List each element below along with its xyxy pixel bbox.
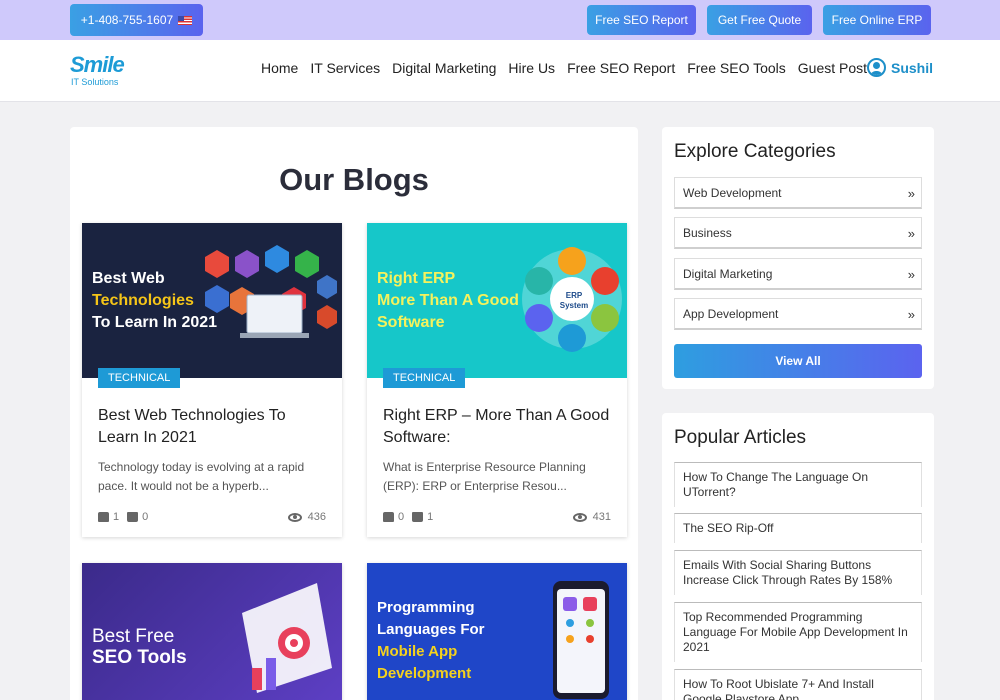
logo-subtitle: IT Solutions <box>71 77 119 87</box>
category-label: App Development <box>683 306 779 321</box>
get-free-quote-button[interactable]: Get Free Quote <box>707 5 812 35</box>
nav-free-seo-report[interactable]: Free SEO Report <box>567 60 675 76</box>
eye-icon <box>572 512 587 522</box>
free-seo-report-button[interactable]: Free SEO Report <box>587 5 696 35</box>
us-flag-icon <box>178 15 193 25</box>
category-item[interactable]: App Development » <box>674 298 922 330</box>
site-header: Smile IT Solutions Home IT Services Digi… <box>0 40 1000 102</box>
thumbs-up-icon[interactable] <box>98 512 109 522</box>
blog-card-image[interactable]: Right ERP More Than A Good Software ERP … <box>367 223 627 378</box>
popular-articles-heading: Popular Articles <box>674 427 807 448</box>
image-line: Best Free <box>92 626 175 647</box>
eye-icon <box>287 512 302 522</box>
dislike-count: 1 <box>427 511 434 523</box>
double-chevron-right-icon: » <box>907 267 915 282</box>
category-label: Business <box>683 225 732 240</box>
blog-card-title[interactable]: Best Web Technologies To Learn In 2021 <box>98 405 328 449</box>
blogs-panel: Our Blogs Best Web Technologies To Learn… <box>70 127 638 700</box>
logo-wordmark: Smile <box>70 52 125 77</box>
tech-hexagons-illustration <box>205 245 337 338</box>
blog-card[interactable]: Best Web Technologies To Learn In 2021 T… <box>82 223 342 537</box>
article-link[interactable]: Emails With Social Sharing Buttons Incre… <box>674 550 922 595</box>
popular-articles-panel: Popular Articles How To Change The Langu… <box>662 413 934 700</box>
user-avatar-icon <box>867 58 886 77</box>
image-line: Languages For <box>377 621 485 638</box>
category-item[interactable]: Digital Marketing » <box>674 258 922 290</box>
like-count: 0 <box>398 511 405 523</box>
image-line: Development <box>377 665 472 682</box>
blog-card[interactable]: Programming Languages For Mobile App Dev… <box>367 563 627 700</box>
view-all-button[interactable]: View All <box>674 344 922 378</box>
image-line: Software <box>377 314 445 331</box>
image-line: Best Web <box>92 270 165 287</box>
blog-card-excerpt: What is Enterprise Resource Planning (ER… <box>383 460 586 493</box>
nav-free-seo-tools[interactable]: Free SEO Tools <box>687 60 786 76</box>
nav-home[interactable]: Home <box>261 60 298 76</box>
nav-digital-marketing[interactable]: Digital Marketing <box>392 60 496 76</box>
image-line: SEO Tools <box>92 647 187 668</box>
blog-card[interactable]: Right ERP More Than A Good Software ERP … <box>367 223 627 537</box>
blog-card-image[interactable]: Programming Languages For Mobile App Dev… <box>367 563 627 700</box>
image-line: Mobile App <box>377 643 458 660</box>
phone-button[interactable]: +1-408-755-1607 <box>70 4 203 36</box>
page-title: Our Blogs <box>279 162 429 197</box>
user-name: Sushil <box>891 59 934 76</box>
article-link[interactable]: How To Change The Language On UTorrent? <box>674 462 922 507</box>
mobile-phone-illustration <box>553 581 609 699</box>
category-tag[interactable]: TECHNICAL <box>383 368 466 388</box>
blog-card[interactable]: Best Free SEO Tools <box>82 563 342 700</box>
image-line: Right ERP <box>377 270 456 287</box>
user-menu[interactable]: Sushil <box>867 58 933 77</box>
seo-tools-illustration <box>242 583 332 693</box>
top-bar: +1-408-755-1607 Free SEO Report Get Free… <box>0 0 1000 40</box>
phone-number: +1-408-755-1607 <box>80 13 174 27</box>
category-label: Digital Marketing <box>683 266 773 281</box>
nav-it-services[interactable]: IT Services <box>310 60 380 76</box>
category-tag[interactable]: TECHNICAL <box>98 368 181 388</box>
article-link[interactable]: Top Recommended Programming Language For… <box>674 602 922 662</box>
blog-card-meta: 1 0 436 <box>98 511 326 525</box>
view-count: 436 <box>307 511 326 523</box>
free-online-erp-button[interactable]: Free Online ERP <box>823 5 931 35</box>
blog-card-image[interactable]: Best Free SEO Tools <box>82 563 342 700</box>
image-line: Programming <box>377 599 475 616</box>
double-chevron-right-icon: » <box>907 307 915 322</box>
category-item[interactable]: Business » <box>674 217 922 249</box>
double-chevron-right-icon: » <box>907 226 915 241</box>
blog-card-image[interactable]: Best Web Technologies To Learn In 2021 <box>82 223 342 378</box>
thumbs-down-icon[interactable] <box>412 512 424 522</box>
categories-panel: Explore Categories Web Development » Bus… <box>662 127 934 389</box>
article-link[interactable]: How To Root Ubislate 7+ And Install Goog… <box>674 669 922 700</box>
category-label: Web Development <box>683 185 782 200</box>
article-link[interactable]: The SEO Rip-Off <box>674 513 922 543</box>
dislike-count: 0 <box>142 511 149 523</box>
nav-guest-post[interactable]: Guest Post <box>798 60 867 76</box>
main-nav: Home IT Services Digital Marketing Hire … <box>261 60 879 76</box>
categories-heading: Explore Categories <box>674 141 836 162</box>
site-logo[interactable]: Smile IT Solutions <box>70 52 140 90</box>
blog-card-title[interactable]: Right ERP – More Than A Good Software: <box>383 405 613 449</box>
thumbs-down-icon[interactable] <box>127 512 139 522</box>
erp-badge-text: ERP System <box>559 291 589 310</box>
view-count: 431 <box>592 511 611 523</box>
nav-hire-us[interactable]: Hire Us <box>508 60 555 76</box>
thumbs-up-icon[interactable] <box>383 512 394 522</box>
double-chevron-right-icon: » <box>907 186 915 201</box>
like-count: 1 <box>113 511 120 523</box>
image-line: To Learn In 2021 <box>92 314 218 331</box>
blog-card-meta: 0 1 431 <box>383 511 611 525</box>
blog-card-excerpt: Technology today is evolving at a rapid … <box>98 460 305 493</box>
image-line: More Than A Good <box>377 292 519 309</box>
image-line: Technologies <box>92 292 194 309</box>
category-item[interactable]: Web Development » <box>674 177 922 209</box>
